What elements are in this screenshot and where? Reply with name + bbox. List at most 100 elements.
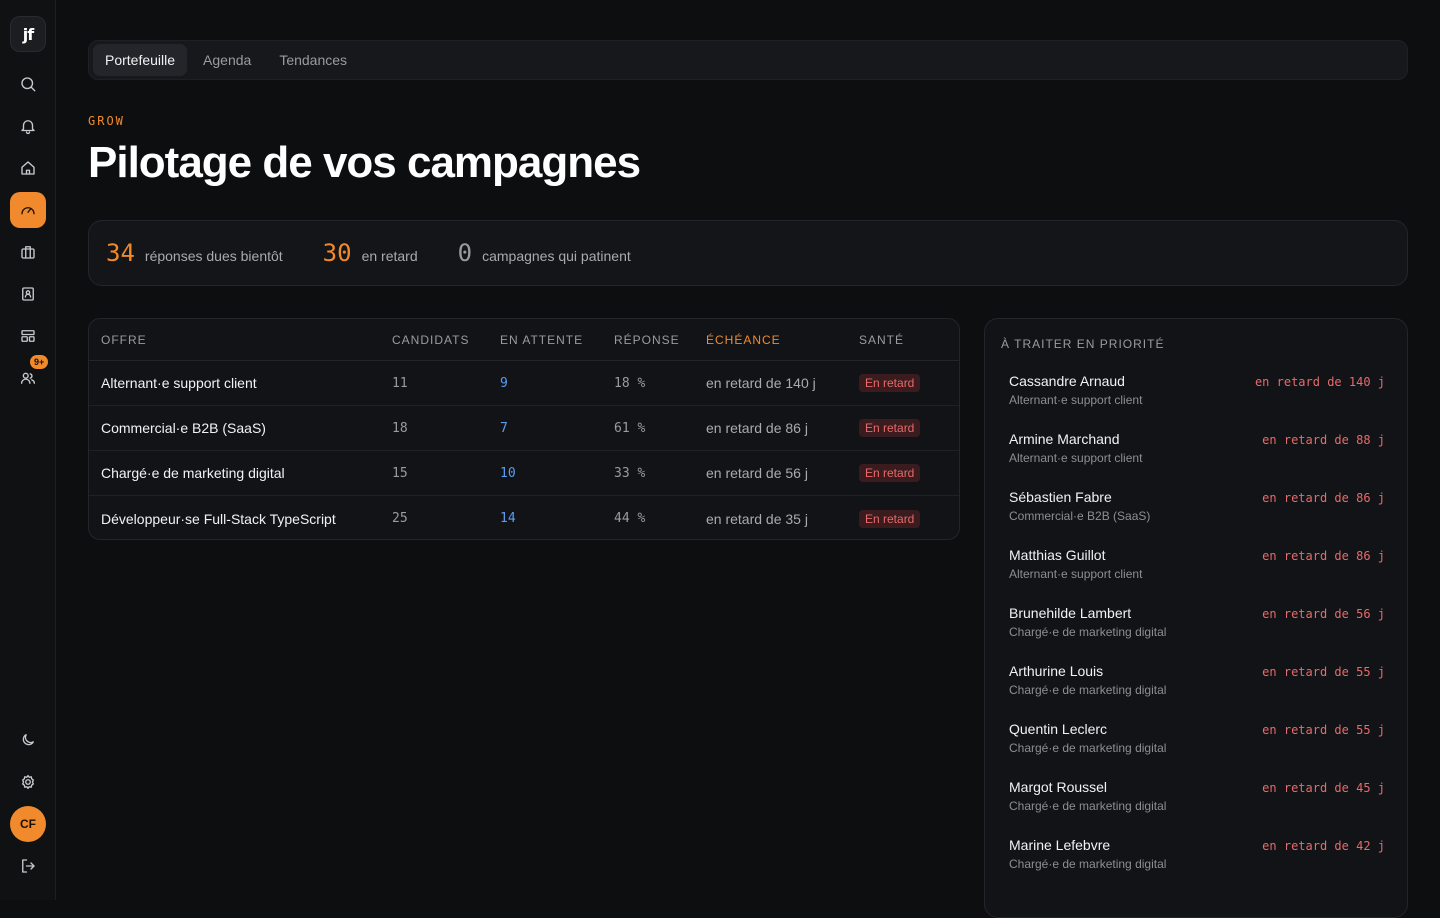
health-badge: En retard — [859, 374, 921, 392]
stat-label: en retard — [361, 248, 418, 264]
candidate-name: Matthias Guillot — [1009, 547, 1106, 563]
stat-value: 34 — [106, 239, 135, 267]
candidate-name: Sébastien Fabre — [1009, 489, 1112, 505]
pending-count[interactable]: 9 — [500, 376, 614, 391]
candidate-name: Brunehilde Lambert — [1009, 605, 1132, 621]
stat-value: 30 — [322, 239, 352, 267]
offer-name: Commercial·e B2B (SaaS) — [101, 420, 266, 436]
tab-tendances[interactable]: Tendances — [267, 44, 359, 76]
candidate-offer: Chargé·e de marketing digital — [1009, 799, 1167, 813]
late-status: en retard de 86 j — [1262, 491, 1385, 505]
late-status: en retard de 55 j — [1262, 723, 1385, 737]
briefcase-icon[interactable] — [10, 234, 46, 270]
candidate-name: Marine Lefebvre — [1009, 837, 1111, 853]
due-status: en retard de 35 j — [706, 510, 808, 527]
stat-label: réponses dues bientôt — [144, 248, 283, 264]
offer-name: Alternant·e support client — [101, 375, 257, 391]
table-row[interactable]: Chargé·e de marketing digital 15 10 33 %… — [89, 451, 959, 496]
response-rate: 44 % — [614, 511, 646, 526]
candidates-count: 15 — [392, 465, 408, 481]
due-status: en retard de 56 j — [706, 465, 808, 481]
notification-badge: 9+ — [30, 355, 49, 369]
priority-title: À TRAITER EN PRIORITÉ — [1001, 337, 1165, 351]
table-row[interactable]: Alternant·e support client 11 9 18 % en … — [89, 361, 959, 406]
stat-stalled: 0 campagnes qui patinent — [458, 239, 631, 267]
pending-count[interactable]: 7 — [500, 421, 614, 436]
late-status: en retard de 88 j — [1262, 433, 1385, 447]
candidate-offer: Alternant·e support client — [1009, 451, 1143, 465]
col-health[interactable]: SANTÉ — [859, 333, 959, 347]
candidate-offer: Chargé·e de marketing digital — [1009, 857, 1167, 871]
late-status: en retard de 56 j — [1262, 607, 1385, 621]
priority-item[interactable]: Sébastien Fabre Commercial·e B2B (SaaS) … — [1009, 489, 1385, 531]
stat-value: 0 — [457, 239, 473, 267]
candidate-offer: Chargé·e de marketing digital — [1009, 683, 1167, 697]
late-status: en retard de 140 j — [1254, 375, 1385, 389]
tab-portefeuille[interactable]: Portefeuille — [93, 44, 188, 76]
candidates-count: 11 — [392, 375, 408, 391]
priority-item[interactable]: Margot Roussel Chargé·e de marketing dig… — [1009, 779, 1385, 821]
candidate-offer: Alternant·e support client — [1009, 393, 1143, 407]
priority-item[interactable]: Matthias Guillot Alternant·e support cli… — [1009, 547, 1385, 589]
response-rate: 61 % — [614, 420, 646, 436]
stats-bar: 34 réponses dues bientôt 30 en retard 0 … — [88, 220, 1408, 286]
health-badge: En retard — [859, 419, 921, 437]
due-status: en retard de 86 j — [706, 420, 808, 436]
candidate-name: Cassandre Arnaud — [1009, 373, 1125, 389]
logout-icon[interactable] — [10, 848, 46, 884]
campaigns-table: OFFRE CANDIDATS EN ATTENTE RÉPONSE ÉCHÉA… — [88, 318, 960, 540]
candidate-offer: Chargé·e de marketing digital — [1009, 625, 1167, 639]
health-badge: En retard — [859, 464, 921, 482]
search-icon[interactable] — [10, 66, 46, 102]
moon-icon[interactable] — [10, 722, 46, 758]
priority-item[interactable]: Brunehilde Lambert Chargé·e de marketing… — [1009, 605, 1385, 647]
col-pending[interactable]: EN ATTENTE — [500, 333, 614, 347]
candidate-offer: Commercial·e B2B (SaaS) — [1009, 509, 1151, 523]
home-icon[interactable] — [10, 150, 46, 186]
due-status: en retard de 140 j — [706, 375, 816, 391]
health-badge: En retard — [859, 509, 921, 528]
col-response[interactable]: RÉPONSE — [614, 333, 706, 347]
late-status: en retard de 42 j — [1262, 839, 1385, 853]
priority-item[interactable]: Arthurine Louis Chargé·e de marketing di… — [1009, 663, 1385, 705]
gauge-icon[interactable] — [10, 192, 46, 228]
candidates-count: 18 — [392, 420, 408, 436]
table-header: OFFRE CANDIDATS EN ATTENTE RÉPONSE ÉCHÉA… — [89, 319, 959, 361]
response-rate: 33 % — [614, 465, 646, 481]
pending-count[interactable]: 14 — [500, 511, 614, 526]
layout-icon[interactable] — [10, 318, 46, 354]
page-eyebrow: GROW — [88, 114, 125, 128]
priority-item[interactable]: Marine Lefebvre Chargé·e de marketing di… — [1009, 837, 1385, 879]
col-due[interactable]: ÉCHÉANCE — [706, 333, 859, 347]
offer-name: Développeur·se Full-Stack TypeScript — [101, 510, 336, 527]
contact-book-icon[interactable] — [10, 276, 46, 312]
candidate-offer: Alternant·e support client — [1009, 567, 1143, 581]
late-status: en retard de 45 j — [1262, 781, 1385, 795]
sidebar: jf 9+ CF — [0, 0, 56, 900]
offer-name: Chargé·e de marketing digital — [101, 465, 285, 481]
stat-due-soon: 34 réponses dues bientôt — [106, 239, 283, 267]
app-logo[interactable]: jf — [10, 16, 46, 52]
candidate-name: Armine Marchand — [1009, 431, 1120, 447]
tab-agenda[interactable]: Agenda — [191, 44, 263, 76]
stat-late: 30 en retard — [323, 239, 418, 267]
stat-label: campagnes qui patinent — [482, 248, 631, 264]
priority-item[interactable]: Cassandre Arnaud Alternant·e support cli… — [1009, 373, 1385, 415]
candidate-name: Arthurine Louis — [1009, 663, 1104, 679]
user-avatar[interactable]: CF — [10, 806, 46, 842]
pending-count[interactable]: 10 — [500, 466, 614, 481]
candidate-name: Margot Roussel — [1009, 779, 1108, 795]
col-candidates[interactable]: CANDIDATS — [392, 333, 500, 347]
late-status: en retard de 55 j — [1262, 665, 1385, 679]
priority-item[interactable]: Quentin Leclerc Chargé·e de marketing di… — [1009, 721, 1385, 763]
view-tabs: Portefeuille Agenda Tendances — [88, 40, 1408, 80]
gear-icon[interactable] — [10, 764, 46, 800]
bell-icon[interactable] — [10, 108, 46, 144]
page-title: Pilotage de vos campagnes — [88, 138, 641, 187]
late-status: en retard de 86 j — [1262, 549, 1385, 563]
table-row[interactable]: Développeur·se Full-Stack TypeScript 25 … — [89, 496, 959, 539]
candidate-offer: Chargé·e de marketing digital — [1009, 741, 1167, 755]
table-row[interactable]: Commercial·e B2B (SaaS) 18 7 61 % en ret… — [89, 406, 959, 451]
priority-item[interactable]: Armine Marchand Alternant·e support clie… — [1009, 431, 1385, 473]
col-offer[interactable]: OFFRE — [89, 333, 392, 347]
